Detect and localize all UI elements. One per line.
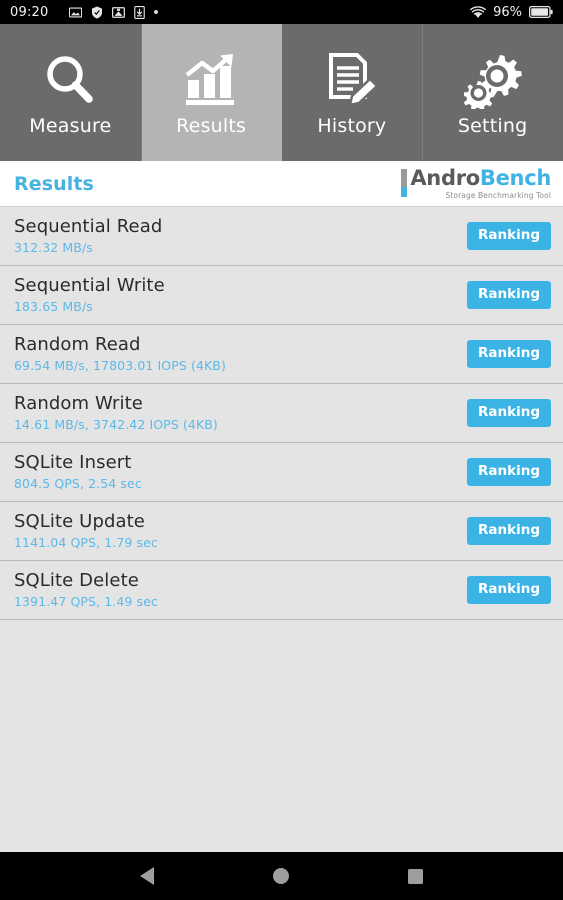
magnifier-icon xyxy=(41,49,99,111)
battery-percent: 96% xyxy=(493,4,522,20)
status-bar-right: 96% xyxy=(470,5,553,20)
row-text: Sequential Read 312.32 MB/s xyxy=(14,215,163,256)
android-nav-bar xyxy=(0,852,563,900)
row-title: Sequential Read xyxy=(14,215,163,237)
dot-icon xyxy=(154,10,159,14)
photo-mail-icon xyxy=(112,6,126,19)
document-pencil-icon xyxy=(323,49,381,111)
row-value: 1391.47 QPS, 1.49 sec xyxy=(14,594,158,610)
row-value: 14.61 MB/s, 3742.42 IOPS (4KB) xyxy=(14,417,218,433)
page-title: Results xyxy=(14,172,94,195)
logo-secondary: Bench xyxy=(479,165,551,190)
row-text: Random Write 14.61 MB/s, 3742.42 IOPS (4… xyxy=(14,392,218,433)
nav-back-button[interactable] xyxy=(122,852,172,900)
row-text: Sequential Write 183.65 MB/s xyxy=(14,274,165,315)
row-title: Sequential Write xyxy=(14,274,165,296)
ranking-button[interactable]: Ranking xyxy=(467,457,551,487)
row-title: SQLite Insert xyxy=(14,451,132,473)
shield-icon xyxy=(91,5,103,19)
androbench-logo: AndroBench Storage Benchmarking Tool xyxy=(401,165,551,200)
results-list: Sequential Read 312.32 MB/s Ranking Sequ… xyxy=(0,207,563,852)
logo-primary: Andro xyxy=(410,165,480,190)
nav-home-button[interactable] xyxy=(256,852,306,900)
status-bar-left: 09:20 xyxy=(10,5,470,20)
table-row[interactable]: SQLite Insert 804.5 QPS, 2.54 sec Rankin… xyxy=(0,443,563,502)
row-title: Random Write xyxy=(14,392,143,414)
row-text: SQLite Insert 804.5 QPS, 2.54 sec xyxy=(14,451,142,492)
row-title: SQLite Update xyxy=(14,510,145,532)
tab-measure-label: Measure xyxy=(29,114,112,137)
table-row[interactable]: SQLite Delete 1391.47 QPS, 1.49 sec Rank… xyxy=(0,561,563,620)
logo-wordmark: AndroBench xyxy=(410,165,551,190)
logo-subtitle: Storage Benchmarking Tool xyxy=(445,190,551,200)
battery-icon xyxy=(529,6,553,18)
table-row[interactable]: Sequential Read 312.32 MB/s Ranking xyxy=(0,207,563,266)
back-icon xyxy=(140,867,155,885)
table-row[interactable]: Random Read 69.54 MB/s, 17803.01 IOPS (4… xyxy=(0,325,563,384)
tab-measure[interactable]: Measure xyxy=(0,24,141,161)
app-window: 09:20 96% Measure Results History Settin… xyxy=(0,0,563,900)
tab-history[interactable]: History xyxy=(281,24,423,161)
status-bar: 09:20 96% xyxy=(0,0,563,24)
logo-text: AndroBench Storage Benchmarking Tool xyxy=(410,165,551,200)
ranking-button[interactable]: Ranking xyxy=(467,516,551,546)
row-text: SQLite Update 1141.04 QPS, 1.79 sec xyxy=(14,510,158,551)
table-row[interactable]: Sequential Write 183.65 MB/s Ranking xyxy=(0,266,563,325)
status-clock: 09:20 xyxy=(10,4,49,20)
row-title: Random Read xyxy=(14,333,141,355)
tab-setting[interactable]: Setting xyxy=(422,24,563,161)
page-header: Results AndroBench Storage Benchmarking … xyxy=(0,161,563,207)
download-icon xyxy=(134,5,146,19)
row-value: 804.5 QPS, 2.54 sec xyxy=(14,476,142,492)
ranking-button[interactable]: Ranking xyxy=(467,339,551,369)
row-text: SQLite Delete 1391.47 QPS, 1.49 sec xyxy=(14,569,158,610)
table-row[interactable]: Random Write 14.61 MB/s, 3742.42 IOPS (4… xyxy=(0,384,563,443)
home-icon xyxy=(273,868,290,884)
tab-results-label: Results xyxy=(176,114,247,137)
ranking-button[interactable]: Ranking xyxy=(467,221,551,251)
ranking-button[interactable]: Ranking xyxy=(467,280,551,310)
tab-bar: Measure Results History Setting xyxy=(0,24,563,161)
nav-recents-button[interactable] xyxy=(391,852,441,900)
recents-icon xyxy=(408,868,424,884)
logo-bar-icon xyxy=(401,168,408,197)
bar-chart-icon xyxy=(182,49,240,111)
tab-results[interactable]: Results xyxy=(140,24,282,161)
row-value: 69.54 MB/s, 17803.01 IOPS (4KB) xyxy=(14,358,226,374)
gears-icon xyxy=(463,49,522,111)
wifi-icon xyxy=(470,5,487,19)
row-text: Random Read 69.54 MB/s, 17803.01 IOPS (4… xyxy=(14,333,226,374)
tab-history-label: History xyxy=(317,114,387,137)
row-value: 183.65 MB/s xyxy=(14,299,93,315)
image-icon xyxy=(69,6,83,19)
row-value: 312.32 MB/s xyxy=(14,240,93,256)
row-value: 1141.04 QPS, 1.79 sec xyxy=(14,535,158,551)
table-row[interactable]: SQLite Update 1141.04 QPS, 1.79 sec Rank… xyxy=(0,502,563,561)
ranking-button[interactable]: Ranking xyxy=(467,398,551,428)
row-title: SQLite Delete xyxy=(14,569,139,591)
ranking-button[interactable]: Ranking xyxy=(467,575,551,605)
tab-setting-label: Setting xyxy=(457,114,528,137)
